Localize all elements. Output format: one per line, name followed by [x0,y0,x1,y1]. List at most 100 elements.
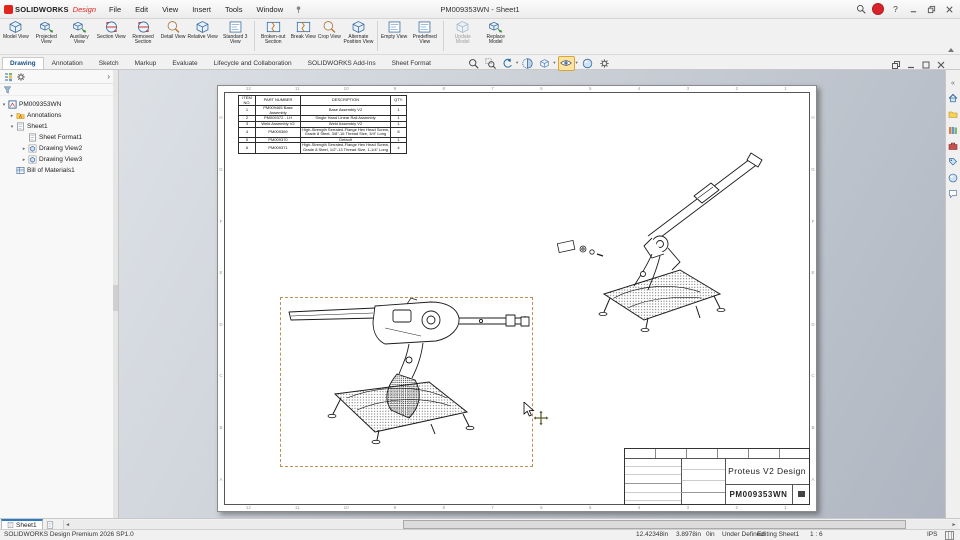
view-settings-button[interactable] [597,57,612,70]
forum-icon[interactable] [948,189,958,199]
appearances-icon[interactable] [948,173,958,183]
menu-window[interactable]: Window [249,0,290,18]
auxiliary-view-button[interactable]: Auxiliary View [63,18,96,54]
detail-view-button[interactable]: Detail View [160,18,187,54]
zone-label: 11 [273,86,322,92]
tab-sheet-format[interactable]: Sheet Format [384,57,439,69]
twisty-icon[interactable]: ▾ [8,124,16,130]
zoom-to-fit-button[interactable] [466,57,481,70]
doc-restore-icon[interactable] [891,57,901,75]
replace-model-button[interactable]: Replace Model [479,18,512,54]
cursor-x-coordinate: 12.42348in [636,531,668,538]
tab-markup[interactable]: Markup [127,57,165,69]
bom-row[interactable]: 6 PM009371 High-Strength Serrated-Flange… [239,143,407,153]
drawing-view-3[interactable] [548,146,766,341]
user-avatar[interactable] [870,1,886,17]
scroll-right-arrow-icon[interactable]: ► [950,520,958,529]
panel-splitter[interactable] [113,70,119,518]
doc-close-icon[interactable] [936,57,946,75]
menu-view[interactable]: View [155,0,185,18]
standard-3-view-button[interactable]: Standard 3 View [219,18,252,54]
tree-item-bill-of-materials[interactable]: Bill of Materials1 [0,165,113,176]
hide-show-items-button[interactable] [558,56,575,71]
window-restore-button[interactable] [923,1,940,17]
section-view-button[interactable]: Section View [96,18,127,54]
view-orientation-button[interactable] [537,57,552,70]
menu-edit[interactable]: Edit [128,0,155,18]
menu-tools[interactable]: Tools [218,0,250,18]
drawing-sheet[interactable]: 12 11 10 9 8 7 6 5 4 3 2 1 12 11 10 9 8 … [217,85,817,512]
removed-section-button[interactable]: Removed Section [127,18,160,54]
break-view-button[interactable]: Break View [290,18,317,54]
file-explorer-icon[interactable] [948,109,958,119]
tab-sketch[interactable]: Sketch [91,57,127,69]
twisty-icon[interactable]: ▸ [8,113,16,119]
broken-out-section-button[interactable]: Broken-out Section [257,18,290,54]
graphics-area[interactable]: 12 11 10 9 8 7 6 5 4 3 2 1 12 11 10 9 8 … [118,70,946,518]
tree-filter-row[interactable] [0,84,113,96]
units-grid-icon[interactable] [945,531,954,540]
design-library-icon[interactable] [948,125,958,135]
drawing-view-2-selected[interactable] [280,297,533,467]
tab-annotation[interactable]: Annotation [44,57,91,69]
bom-row[interactable]: 1 PM009465 Base Assembly Base Assembly V… [239,106,407,116]
dropdown-caret-icon[interactable]: ▾ [516,60,518,66]
alternate-position-view-button[interactable]: Alternate Position View [342,18,375,54]
collapse-taskpane-chevron-icon[interactable]: « [951,80,955,87]
tree-item-root[interactable]: ▾ PM009353WN [0,99,113,110]
zone-label: C [218,350,224,402]
menu-insert[interactable]: Insert [185,0,218,18]
sheet-tab-label: Sheet1 [16,522,37,529]
menu-file[interactable]: File [102,0,128,18]
custom-properties-icon[interactable] [948,157,958,167]
title-block-logo-cell [793,484,809,504]
collapse-toolbar-chevron-icon[interactable] [948,48,954,52]
search-icon[interactable] [853,1,869,17]
tab-solidworks-add-ins[interactable]: SOLIDWORKS Add-Ins [300,57,384,69]
doc-minimize-icon[interactable] [906,57,916,75]
featuremanager-tab-icon[interactable] [3,72,13,82]
previous-view-button[interactable] [500,57,515,70]
twisty-icon[interactable]: ▾ [0,102,8,108]
predefined-view-button[interactable]: Predefined View [408,18,441,54]
title-block[interactable]: Proteus V2 Design PM009353WN [624,448,810,505]
tree-item-annotations[interactable]: ▸ Annotations [0,110,113,121]
tab-lifecycle-and-collaboration[interactable]: Lifecycle and Collaboration [206,57,300,69]
dropdown-caret-icon[interactable]: ▾ [576,60,578,66]
model-view-button[interactable]: Model View [2,18,30,54]
help-button[interactable]: ? [887,1,904,17]
units-selector[interactable]: IPS [927,531,937,538]
crop-view-button[interactable]: Crop View [317,18,342,54]
zone-label: G [810,144,816,196]
tree-item-drawing-view2[interactable]: ▸ Drawing View2 [0,143,113,154]
tree-item-sheet1[interactable]: ▾ Sheet1 [0,121,113,132]
auxiliary-view-icon [71,20,88,34]
relative-view-button[interactable]: Relative View [187,18,219,54]
edit-appearance-button[interactable] [580,57,595,70]
tree-item-sheet-format1[interactable]: Sheet Format1 [0,132,113,143]
doc-maximize-icon[interactable] [921,57,931,75]
section-view-hud-button[interactable] [520,57,535,70]
dropdown-caret-icon[interactable]: ▾ [553,60,555,66]
window-close-button[interactable] [941,1,958,17]
tab-drawing[interactable]: Drawing [2,57,44,69]
twisty-icon[interactable]: ▸ [20,157,28,163]
home-icon[interactable] [948,93,958,103]
twisty-icon[interactable]: ▸ [20,146,28,152]
toolbox-icon[interactable] [948,141,958,151]
scrollbar-thumb[interactable] [403,520,906,529]
propertymanager-tab-icon[interactable] [16,72,26,82]
projected-view-button[interactable]: Projected View [30,18,63,54]
bom-row[interactable]: 4 PM009369 High-Strength Serrated-Flange… [239,127,407,137]
bill-of-materials-table[interactable]: ITEM NO. PART NUMBER DESCRIPTION QTY. 1 … [238,95,406,154]
zoom-to-area-button[interactable] [483,57,498,70]
splitter-grip[interactable] [113,285,118,311]
tab-evaluate[interactable]: Evaluate [164,57,205,69]
empty-view-button[interactable]: Empty View [380,18,408,54]
tree-item-drawing-view3[interactable]: ▸ Drawing View3 [0,154,113,165]
status-bar: SOLIDWORKS Design Premium 2026 SP1.0 12.… [0,529,960,540]
panel-expand-chevron-icon[interactable]: › [107,72,110,82]
scroll-left-arrow-icon[interactable]: ◄ [64,520,72,529]
window-minimize-button[interactable] [905,1,922,17]
horizontal-scrollbar[interactable]: ◄ ► [63,520,958,529]
